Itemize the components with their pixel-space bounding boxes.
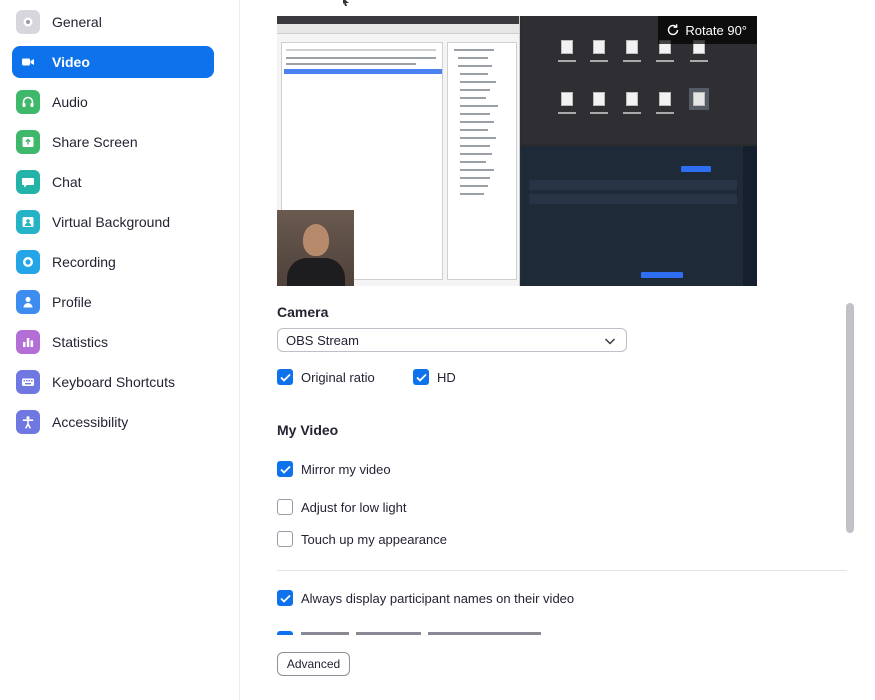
sidebar-item-video[interactable]: Video <box>12 46 214 78</box>
original-ratio-checkbox[interactable] <box>277 369 293 385</box>
check-icon <box>415 373 427 382</box>
webcam-overlay <box>277 210 354 286</box>
check-icon <box>279 373 291 382</box>
low-light-checkbox[interactable] <box>277 499 293 515</box>
clipped-option-row <box>277 631 577 635</box>
mirror-video-checkbox[interactable] <box>277 461 293 477</box>
camera-heading: Camera <box>277 304 329 320</box>
mirror-video-label: Mirror my video <box>301 461 391 477</box>
always-display-names-label: Always display participant names on thei… <box>301 590 575 606</box>
mirror-video-option[interactable]: Mirror my video <box>277 461 391 477</box>
sidebar-item-general[interactable]: General <box>12 6 214 38</box>
gear-icon <box>16 10 40 34</box>
check-icon <box>279 465 291 474</box>
sidebar-item-recording[interactable]: Recording <box>12 246 214 278</box>
chevron-down-icon <box>605 338 615 345</box>
my-video-heading: My Video <box>277 422 339 438</box>
check-icon <box>279 594 291 603</box>
chat-bubble-icon <box>16 170 40 194</box>
share-screen-icon <box>16 130 40 154</box>
settings-sidebar: General Video Audio Share Screen Chat Vi… <box>0 0 240 700</box>
sidebar-item-label: Accessibility <box>52 414 129 430</box>
sidebar-item-share-screen[interactable]: Share Screen <box>12 126 214 158</box>
video-preview: Rotate 90° <box>277 16 757 286</box>
sidebar-item-label: General <box>52 14 102 30</box>
sidebar-item-label: Chat <box>52 174 82 190</box>
sidebar-item-label: Video <box>52 54 90 70</box>
sidebar-item-chat[interactable]: Chat <box>12 166 214 198</box>
sidebar-item-label: Virtual Background <box>52 214 171 230</box>
hd-option[interactable]: HD <box>413 369 456 385</box>
person-icon <box>16 290 40 314</box>
touch-up-label: Touch up my appearance <box>301 531 447 547</box>
sidebar-item-accessibility[interactable]: Accessibility <box>12 406 214 438</box>
advanced-button[interactable]: Advanced <box>277 652 350 676</box>
original-ratio-option[interactable]: Original ratio <box>277 369 375 385</box>
hd-label: HD <box>437 369 456 385</box>
record-icon <box>16 250 40 274</box>
headphones-icon <box>16 90 40 114</box>
keyboard-icon <box>16 370 40 394</box>
touch-up-checkbox[interactable] <box>277 531 293 547</box>
low-light-option[interactable]: Adjust for low light <box>277 499 407 515</box>
sidebar-item-audio[interactable]: Audio <box>12 86 214 118</box>
virtual-background-icon <box>16 210 40 234</box>
video-camera-icon <box>16 50 40 74</box>
mouse-cursor-icon <box>343 0 349 6</box>
camera-select[interactable]: OBS Stream <box>277 328 627 352</box>
low-light-label: Adjust for low light <box>301 499 407 515</box>
sidebar-item-virtual-background[interactable]: Virtual Background <box>12 206 214 238</box>
scrollbar-thumb[interactable] <box>846 303 854 533</box>
original-ratio-label: Original ratio <box>301 369 375 385</box>
accessibility-icon <box>16 410 40 434</box>
sidebar-item-label: Statistics <box>52 334 109 350</box>
sidebar-item-statistics[interactable]: Statistics <box>12 326 214 358</box>
sidebar-item-label: Audio <box>52 94 88 110</box>
sidebar-item-label: Keyboard Shortcuts <box>52 374 175 390</box>
rotate-button[interactable]: Rotate 90° <box>658 16 757 44</box>
video-settings-panel: Rotate 90° Camera OBS Stream Original ra… <box>241 0 875 700</box>
always-display-names-checkbox[interactable] <box>277 590 293 606</box>
preview-screen-chat-app <box>521 146 757 286</box>
rotate-icon <box>668 24 679 36</box>
section-divider <box>277 570 847 571</box>
camera-select-value: OBS Stream <box>286 332 359 348</box>
touch-up-option[interactable]: Touch up my appearance <box>277 531 447 547</box>
always-display-names-option[interactable]: Always display participant names on thei… <box>277 590 574 606</box>
rotate-label: Rotate 90° <box>685 22 747 38</box>
bar-chart-icon <box>16 330 40 354</box>
sidebar-item-keyboard-shortcuts[interactable]: Keyboard Shortcuts <box>12 366 214 398</box>
hd-checkbox[interactable] <box>413 369 429 385</box>
sidebar-item-label: Recording <box>52 254 116 270</box>
sidebar-item-profile[interactable]: Profile <box>12 286 214 318</box>
sidebar-item-label: Share Screen <box>52 134 138 150</box>
sidebar-item-label: Profile <box>52 294 92 310</box>
